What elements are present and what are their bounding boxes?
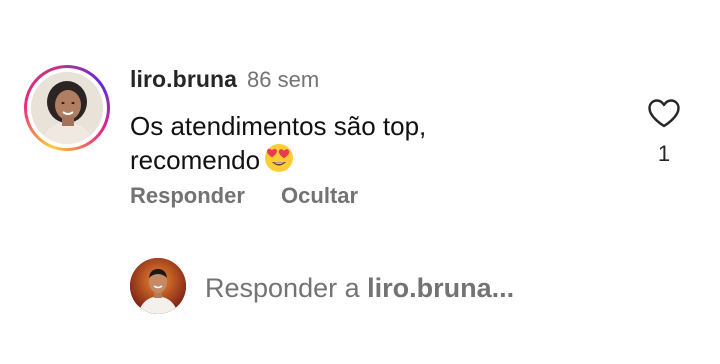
- heart-eyes-emoji-icon: [264, 143, 294, 181]
- like-count: 1: [657, 141, 671, 166]
- user-photo-icon: [130, 258, 186, 314]
- current-user-avatar: [130, 258, 186, 314]
- comment-actions: Responder Ocultar: [130, 183, 388, 209]
- reply-input[interactable]: Responder a liro.bruna...: [205, 273, 605, 304]
- heart-outline-icon: [648, 99, 680, 128]
- reply-placeholder-target: liro.bruna...: [367, 273, 515, 303]
- commenter-avatar-ring[interactable]: [24, 65, 110, 151]
- commenter-avatar[interactable]: [31, 72, 103, 144]
- hide-button[interactable]: Ocultar: [281, 183, 358, 208]
- reply-placeholder-prefix: Responder a: [205, 273, 360, 303]
- avatar-gap: [27, 68, 107, 148]
- comment-text: Os atendimentos são top, recomendo: [130, 110, 570, 181]
- reply-button[interactable]: Responder: [130, 183, 245, 208]
- comment-username[interactable]: liro.bruna: [130, 66, 237, 93]
- avatar-photo-icon: [31, 72, 103, 144]
- like-button[interactable]: [646, 98, 682, 133]
- comment-timestamp: 86 sem: [247, 67, 320, 92]
